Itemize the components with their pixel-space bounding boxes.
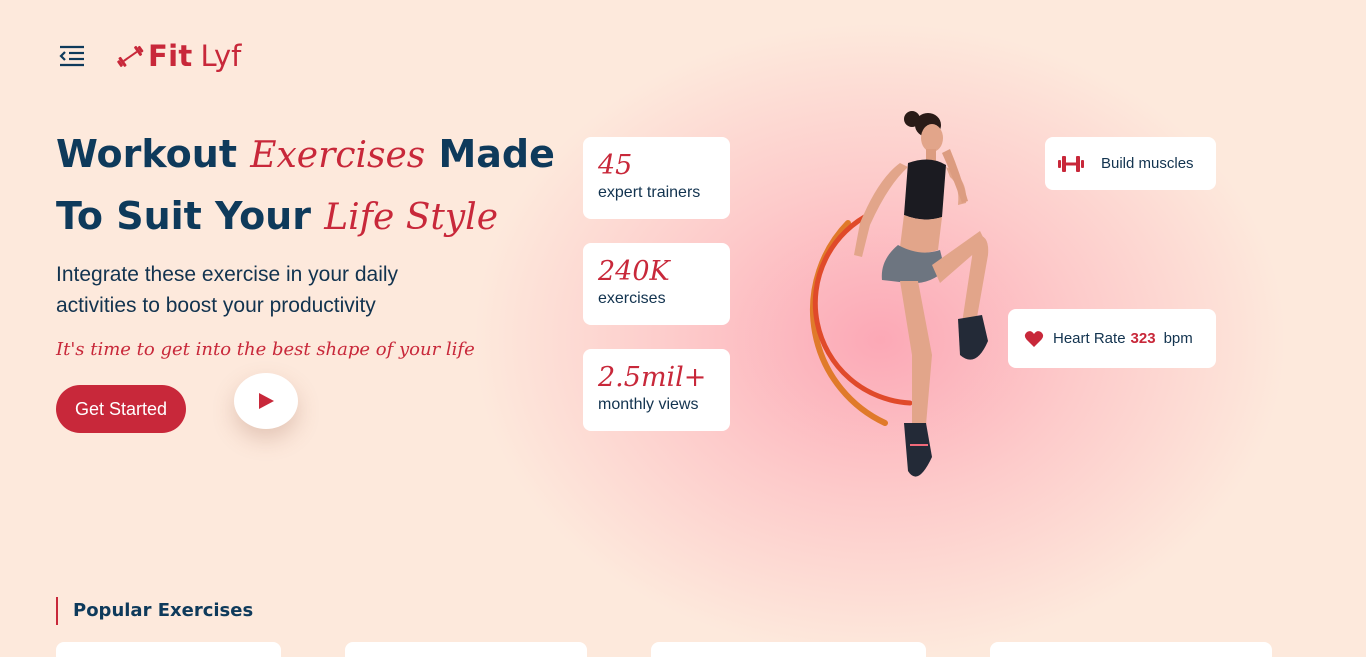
heart-rate-unit: bpm (1163, 330, 1193, 347)
top-bar: Fit Lyf (58, 38, 241, 74)
stat-label: exercises (598, 290, 666, 307)
hero-title-accent-1: Exercises (250, 135, 426, 176)
heart-rate-value: 323 (1130, 330, 1156, 347)
popular-exercises-title: Popular Exercises (56, 597, 253, 625)
heart-icon (1024, 330, 1044, 347)
athlete-image (810, 111, 989, 477)
stat-card-views: 2.5mil+ monthly views (583, 349, 730, 431)
dumbbell-icon (1058, 155, 1084, 172)
stat-card-trainers: 45 expert trainers (583, 137, 730, 219)
exercise-card[interactable] (56, 642, 281, 657)
exercise-card[interactable] (345, 642, 587, 657)
hero-title-part-1: Workout (56, 132, 251, 176)
stat-card-exercises: 240K exercises (583, 243, 730, 325)
hero-title-accent-2: Life Style (324, 197, 498, 238)
brand-name-bold: Fit (148, 39, 193, 73)
get-started-button[interactable]: Get Started (56, 385, 186, 433)
stat-value: 45 (598, 150, 633, 181)
dumbbell-icon (117, 45, 144, 67)
stat-value: 2.5mil+ (598, 362, 707, 393)
hero-tagline: It's time to get into the best shape of … (56, 339, 475, 360)
brand-name-light: Lyf (200, 39, 242, 73)
brand-logo[interactable]: Fit Lyf (114, 39, 241, 73)
play-icon (259, 393, 274, 409)
hero-subtitle: Integrate these exercise in your daily a… (56, 263, 399, 317)
stat-label: monthly views (598, 396, 699, 413)
build-muscles-badge: Build muscles (1045, 137, 1216, 190)
menu-collapse-icon[interactable] (58, 43, 86, 69)
stat-value: 240K (598, 256, 670, 287)
exercise-card[interactable] (990, 642, 1272, 657)
heart-rate-badge: Heart Rate 323 bpm (1008, 309, 1216, 368)
stat-label: expert trainers (598, 184, 701, 201)
hero-title: Workout Exercises Made To Suit Your Life… (56, 124, 576, 248)
badge-label: Build muscles (1101, 155, 1194, 172)
exercise-card[interactable] (651, 642, 926, 657)
play-video-button[interactable] (234, 373, 298, 429)
heart-rate-label: Heart Rate (1053, 330, 1126, 347)
